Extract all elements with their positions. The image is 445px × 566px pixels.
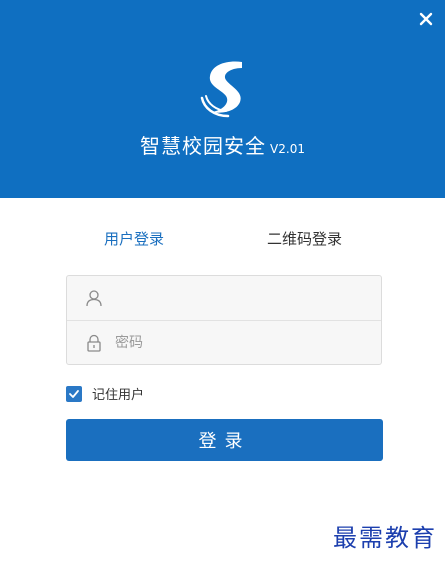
username-field[interactable]	[67, 276, 381, 321]
close-button[interactable]	[415, 8, 437, 30]
app-name: 智慧校园安全	[140, 134, 267, 158]
password-input[interactable]	[113, 327, 381, 359]
password-field[interactable]	[67, 321, 381, 365]
remember-label: 记住用户	[92, 388, 145, 403]
login-button[interactable]: 登录	[66, 419, 383, 461]
s-logo-icon	[200, 61, 242, 118]
tab-qr-login[interactable]: 二维码登录	[267, 228, 342, 249]
app-title: 智慧校园安全 V2.01	[0, 130, 445, 159]
remember-checkbox[interactable]	[66, 385, 82, 402]
tab-user-login[interactable]: 用户登录	[104, 228, 164, 249]
app-version: V2.01	[270, 142, 305, 156]
username-input[interactable]	[113, 282, 381, 314]
check-icon	[69, 389, 79, 398]
remember-user[interactable]: 记住用户	[66, 384, 144, 403]
header-banner: 智慧校园安全 V2.01	[0, 0, 445, 198]
watermark-text: 最需教育	[333, 524, 437, 552]
user-icon	[86, 290, 102, 307]
lock-icon	[87, 334, 101, 352]
close-icon[interactable]	[415, 8, 437, 30]
login-form	[66, 275, 382, 365]
